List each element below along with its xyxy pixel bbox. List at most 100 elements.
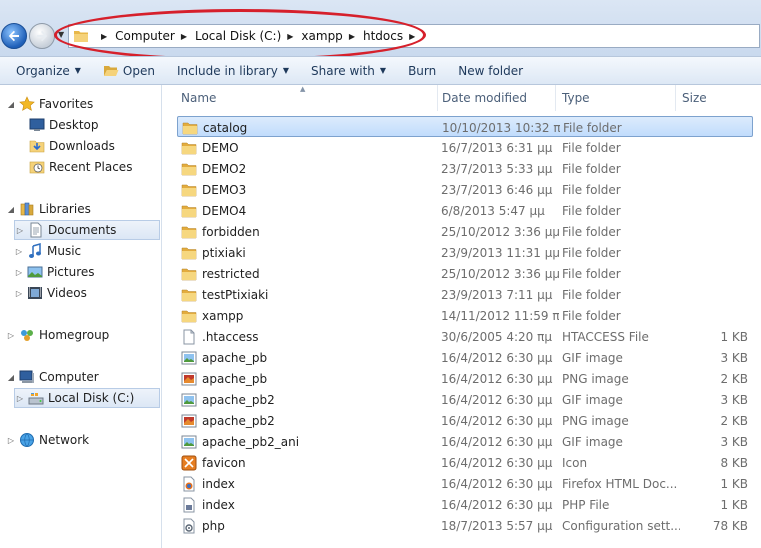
- nav-homegroup[interactable]: ▷ Homegroup: [6, 325, 109, 345]
- file-type: File folder: [562, 203, 621, 218]
- file-row[interactable]: index 16/4/2012 6:30 μμ PHP File 1 KB: [177, 494, 753, 515]
- nav-label: Homegroup: [39, 328, 110, 342]
- breadcrumb-separator[interactable]: ▶: [349, 32, 355, 41]
- breadcrumb-separator[interactable]: ▶: [101, 32, 107, 41]
- recent-pages-dropdown[interactable]: ▼: [58, 30, 66, 40]
- file-type: GIF image: [562, 392, 623, 407]
- expand-arrow-icon[interactable]: ▷: [6, 436, 16, 445]
- file-row[interactable]: forbidden 25/10/2012 3:36 μμ File folder: [177, 221, 753, 242]
- file-size: 3 KB: [720, 392, 748, 407]
- file-row[interactable]: apache_pb2 16/4/2012 6:30 μμ PNG image 2 KB: [177, 410, 753, 431]
- blank-file-icon: [181, 326, 197, 347]
- nav-label: Favorites: [39, 97, 94, 111]
- file-date-modified: 23/9/2013 11:31 μμ: [441, 245, 559, 260]
- file-size: [682, 158, 748, 179]
- file-name: apache_pb: [202, 350, 268, 365]
- open-button[interactable]: Open: [97, 60, 161, 82]
- burn-button[interactable]: Burn: [402, 60, 442, 82]
- file-row[interactable]: testPtixiaki 23/9/2013 7:11 μμ File folder: [177, 284, 753, 305]
- include-in-library-button[interactable]: Include in library ▼: [171, 60, 295, 82]
- html-file-icon: [181, 473, 197, 494]
- nav-libraries[interactable]: ◢ Libraries: [6, 199, 91, 219]
- chevron-down-icon: ▼: [74, 66, 81, 75]
- expand-arrow-icon[interactable]: ▷: [14, 289, 24, 298]
- file-row[interactable]: index 16/4/2012 6:30 μμ Firefox HTML Doc..…: [177, 473, 753, 494]
- file-type: File folder: [562, 308, 621, 323]
- file-size: [682, 305, 748, 326]
- file-size: [682, 242, 748, 263]
- navigation-pane: ◢ Favorites Desktop Downloads Recent Pla…: [0, 85, 162, 548]
- folder-icon: [181, 242, 197, 263]
- nav-music[interactable]: ▷ Music: [14, 241, 81, 261]
- column-header-type[interactable]: Type: [556, 85, 676, 111]
- videos-icon: [28, 287, 42, 299]
- file-date-modified: 16/7/2013 6:31 μμ: [441, 140, 553, 155]
- nav-documents[interactable]: ▷ Documents: [14, 220, 160, 240]
- file-row[interactable]: xampp 14/11/2012 11:59 πμ File folder: [177, 305, 753, 326]
- file-row[interactable]: DEMO3 23/7/2013 6:46 μμ File folder: [177, 179, 753, 200]
- expand-arrow-icon[interactable]: ▷: [14, 247, 24, 256]
- share-with-button[interactable]: Share with ▼: [305, 60, 392, 82]
- file-name: DEMO2: [202, 161, 247, 176]
- expand-arrow-icon[interactable]: ▷: [14, 268, 24, 277]
- forward-button[interactable]: [29, 23, 55, 49]
- file-row[interactable]: apache_pb2 16/4/2012 6:30 μμ GIF image 3 KB: [177, 389, 753, 410]
- file-date-modified: 16/4/2012 6:30 μμ: [441, 434, 553, 449]
- network-icon: [20, 433, 34, 447]
- file-row[interactable]: ptixiaki 23/9/2013 11:31 μμ File folder: [177, 242, 753, 263]
- address-bar[interactable]: ▶ Computer ▶ Local Disk (C:) ▶ xampp ▶ h…: [68, 24, 760, 48]
- nav-pictures[interactable]: ▷ Pictures: [14, 262, 95, 282]
- file-name: xampp: [202, 308, 244, 323]
- breadcrumb-separator[interactable]: ▶: [181, 32, 187, 41]
- file-date-modified: 16/4/2012 6:30 μμ: [441, 371, 553, 386]
- file-type: File folder: [562, 140, 621, 155]
- desktop-icon: [29, 118, 45, 131]
- column-header-date[interactable]: Date modified: [436, 85, 556, 111]
- file-name: apache_pb2: [202, 413, 275, 428]
- column-header-label: Date modified: [442, 91, 528, 105]
- nav-favorites[interactable]: ◢ Favorites: [6, 94, 93, 114]
- nav-videos[interactable]: ▷ Videos: [14, 283, 87, 303]
- nav-desktop[interactable]: Desktop: [29, 115, 99, 135]
- collapse-arrow-icon[interactable]: ◢: [6, 100, 16, 109]
- file-row[interactable]: .htaccess 30/6/2005 4:20 πμ HTACCESS File 1…: [177, 326, 753, 347]
- breadcrumb-computer[interactable]: Computer: [115, 29, 175, 43]
- file-row[interactable]: php 18/7/2013 5:57 μμ Configuration sett..…: [177, 515, 753, 536]
- burn-label: Burn: [408, 63, 437, 78]
- back-button[interactable]: [1, 23, 27, 49]
- breadcrumb-local-disk[interactable]: Local Disk (C:): [195, 29, 281, 43]
- expand-arrow-icon[interactable]: ▷: [6, 331, 16, 340]
- breadcrumb-xampp[interactable]: xampp: [301, 29, 342, 43]
- nav-label: Computer: [39, 370, 99, 384]
- breadcrumb-separator[interactable]: ▶: [287, 32, 293, 41]
- file-size: [682, 263, 748, 284]
- file-row[interactable]: catalog 10/10/2013 10:32 πμ File folder: [177, 116, 753, 137]
- new-folder-button[interactable]: New folder: [452, 60, 529, 82]
- pictures-icon: [27, 266, 43, 278]
- file-row[interactable]: favicon 16/4/2012 6:30 μμ Icon 8 KB: [177, 452, 753, 473]
- file-row[interactable]: apache_pb2_ani 16/4/2012 6:30 μμ GIF image…: [177, 431, 753, 452]
- nav-label: Music: [47, 244, 82, 258]
- expand-arrow-icon[interactable]: ▷: [15, 394, 25, 403]
- breadcrumb-separator[interactable]: ▶: [409, 32, 415, 41]
- file-size: 2 KB: [720, 413, 748, 428]
- collapse-arrow-icon[interactable]: ◢: [6, 373, 16, 382]
- nav-computer[interactable]: ◢ Computer: [6, 367, 99, 387]
- column-header-size[interactable]: Size: [676, 85, 752, 111]
- nav-network[interactable]: ▷ Network: [6, 430, 89, 450]
- column-header-name[interactable]: Name: [175, 85, 438, 111]
- organize-button[interactable]: Organize ▼: [10, 60, 87, 82]
- nav-local-disk[interactable]: ▷ Local Disk (C:): [14, 388, 160, 408]
- file-row[interactable]: apache_pb 16/4/2012 6:30 μμ PNG image 2 KB: [177, 368, 753, 389]
- chevron-down-icon: ▼: [379, 66, 387, 75]
- nav-recent-places[interactable]: Recent Places: [29, 157, 132, 177]
- breadcrumb-htdocs[interactable]: htdocs: [363, 29, 403, 43]
- file-row[interactable]: apache_pb 16/4/2012 6:30 μμ GIF image 3 KB: [177, 347, 753, 368]
- file-row[interactable]: DEMO 16/7/2013 6:31 μμ File folder: [177, 137, 753, 158]
- collapse-arrow-icon[interactable]: ◢: [6, 205, 16, 214]
- nav-downloads[interactable]: Downloads: [29, 136, 115, 156]
- file-row[interactable]: DEMO2 23/7/2013 5:33 μμ File folder: [177, 158, 753, 179]
- expand-arrow-icon[interactable]: ▷: [15, 226, 25, 235]
- file-row[interactable]: restricted 25/10/2012 3:36 μμ File folder: [177, 263, 753, 284]
- file-row[interactable]: DEMO4 6/8/2013 5:47 μμ File folder: [177, 200, 753, 221]
